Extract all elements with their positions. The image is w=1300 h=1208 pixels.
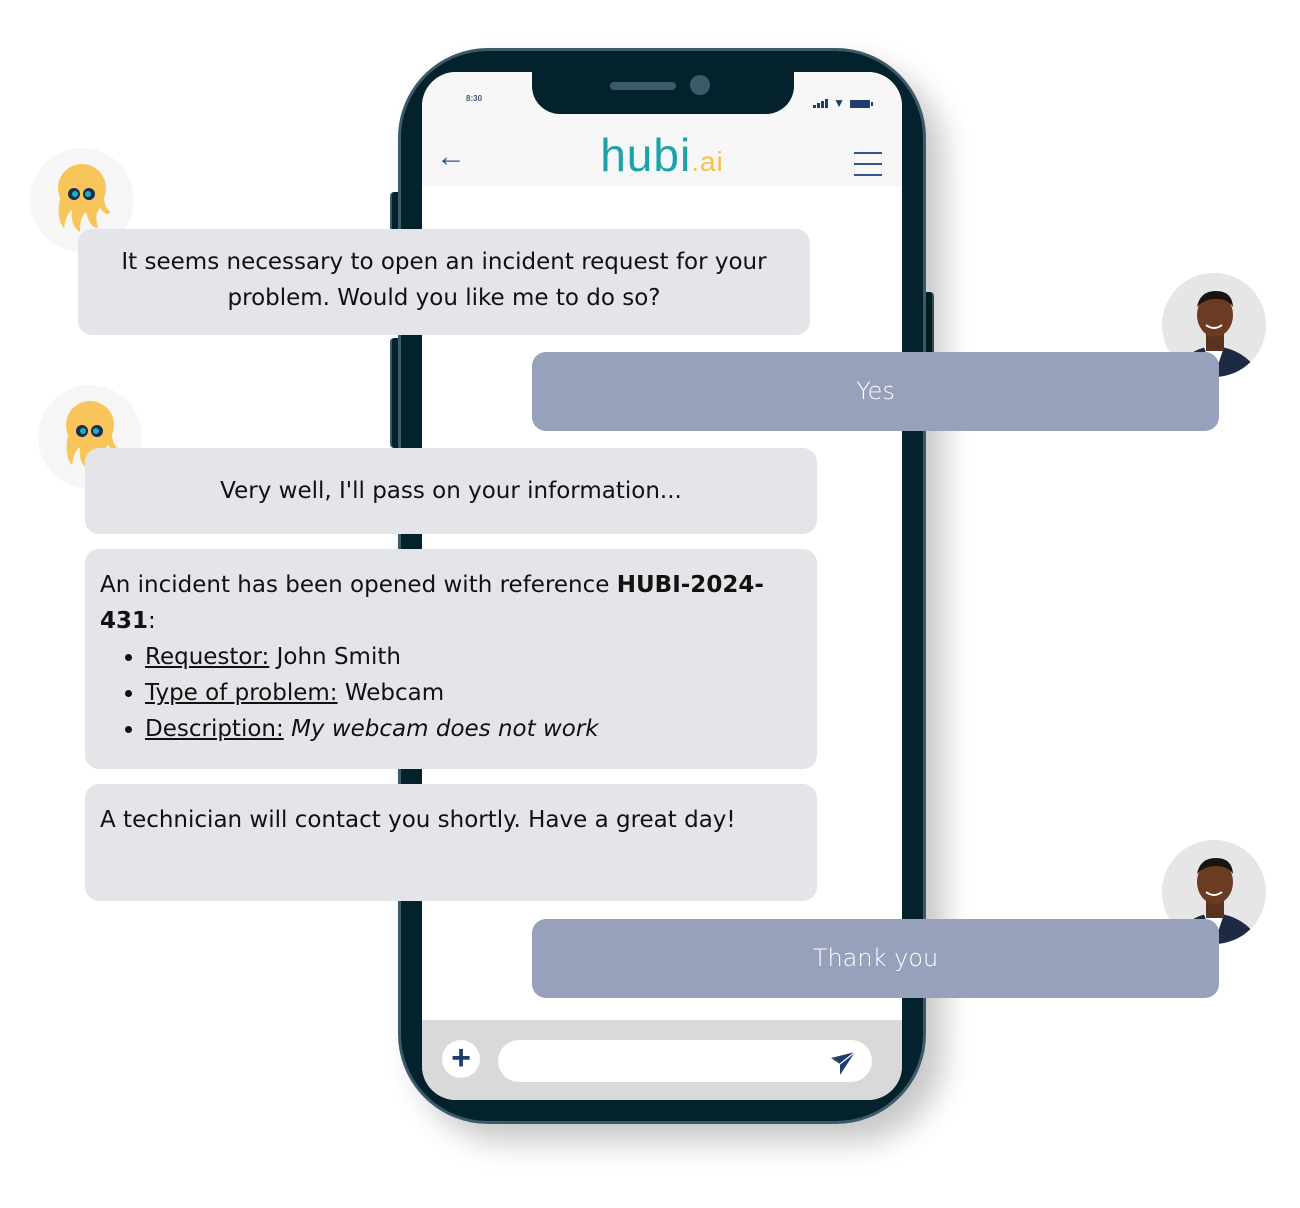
incident-intro: An incident has been opened with referen… (100, 572, 764, 634)
incident-field-type: Type of problem: Webcam (145, 675, 802, 711)
status-time: 8:30 (466, 94, 483, 103)
paper-plane-icon[interactable] (830, 1050, 856, 1076)
user-message: Thank you (532, 919, 1219, 998)
bot-message: A technician will contact you shortly. H… (85, 784, 817, 901)
app-header: 8:30 ▼ ← hubi.ai (422, 72, 902, 186)
bot-message: It seems necessary to open an incident r… (78, 229, 810, 335)
incident-field-requestor: Requestor: John Smith (145, 639, 802, 675)
message-composer: + (422, 1020, 902, 1100)
incident-summary-message: An incident has been opened with referen… (85, 549, 817, 769)
hamburger-menu-icon[interactable] (854, 152, 882, 185)
phone-notch (532, 72, 794, 114)
plus-icon[interactable]: + (442, 1040, 480, 1078)
status-icons: ▼ (813, 96, 873, 110)
battery-icon (850, 100, 873, 108)
octopus-icon (58, 164, 110, 232)
speaker-grille (610, 82, 676, 90)
user-message: Yes (532, 352, 1219, 431)
front-camera (690, 75, 710, 95)
hubi-logo: hubi.ai (600, 129, 724, 181)
incident-fields: Requestor: John Smith Type of problem: W… (100, 639, 802, 747)
wifi-icon: ▼ (833, 96, 845, 110)
incident-field-description: Description: My webcam does not work (145, 711, 802, 747)
signal-icon (813, 99, 829, 108)
bot-message: Very well, I'll pass on your information… (85, 448, 817, 534)
message-input[interactable] (498, 1040, 872, 1082)
